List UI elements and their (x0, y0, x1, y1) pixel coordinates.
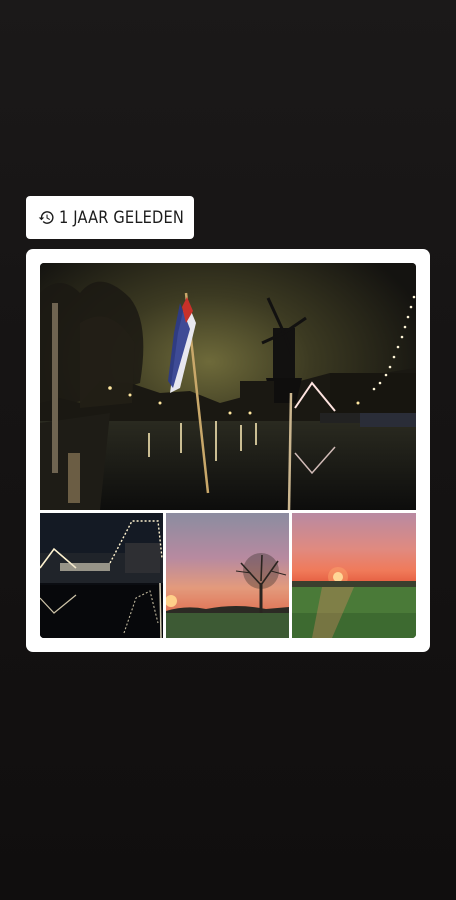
photo-tree-sunset[interactable] (166, 513, 289, 638)
photo-boat-lights-night[interactable] (40, 513, 163, 638)
photo-collage-card[interactable] (26, 249, 430, 652)
photo-field-sunset[interactable] (292, 513, 416, 638)
memory-label: 1 JAAR GELEDEN (59, 207, 185, 228)
history-icon (38, 209, 55, 226)
memory-badge[interactable]: 1 JAAR GELEDEN (26, 196, 194, 239)
photo-canal-windmill-night[interactable] (40, 263, 416, 510)
